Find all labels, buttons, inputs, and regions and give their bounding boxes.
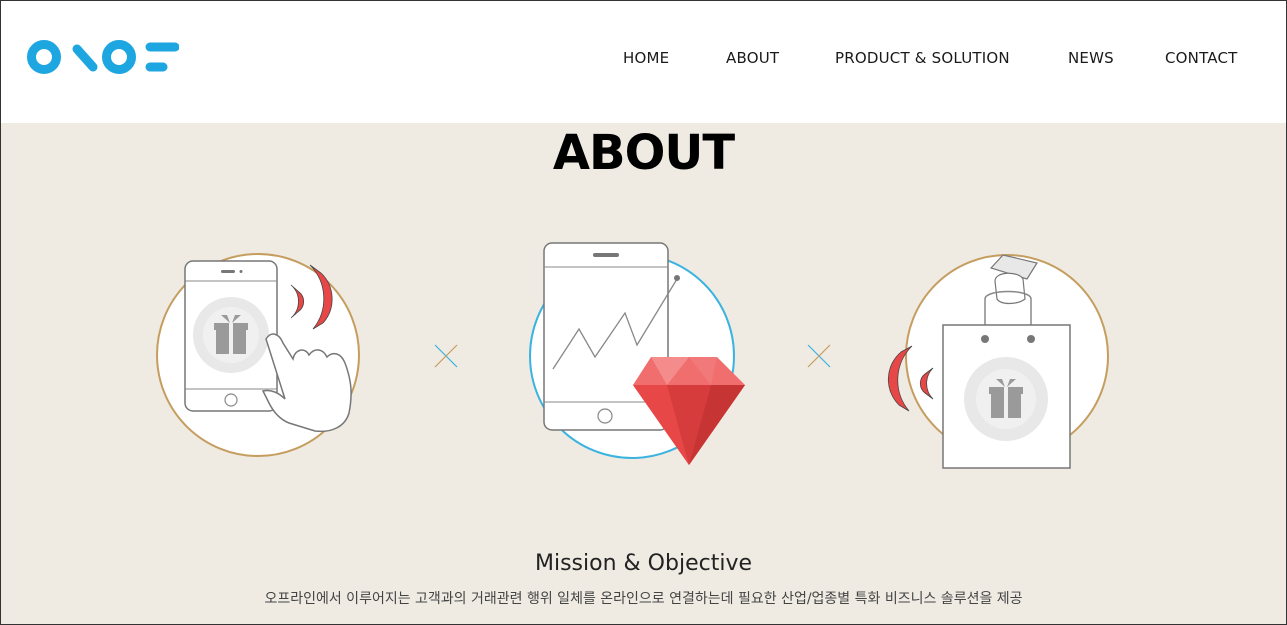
shopping-bag-icon [887, 254, 1109, 469]
mission-description: 오프라인에서 이루어지는 고객과의 거래관련 행위 일체를 온라인으로 연결하는… [264, 591, 1023, 607]
nav-about[interactable]: ABOUT [726, 49, 779, 67]
cross-icon [434, 344, 458, 368]
nav-product-solution[interactable]: PRODUCT & SOLUTION [835, 49, 1010, 67]
site-header: HOME ABOUT PRODUCT & SOLUTION NEWS CONTA… [1, 1, 1286, 123]
nav-news[interactable]: NEWS [1068, 49, 1114, 67]
main-nav: HOME ABOUT PRODUCT & SOLUTION NEWS CONTA… [1, 49, 1286, 69]
nav-contact[interactable]: CONTACT [1165, 49, 1238, 67]
cross-icon [807, 344, 831, 368]
page-frame: HOME ABOUT PRODUCT & SOLUTION NEWS CONTA… [0, 0, 1287, 625]
about-section: ABOUT Mission & Objective 오프라인에서 이루어지는 고… [1, 123, 1286, 624]
phone-gift-icon [156, 253, 360, 457]
mission-title: Mission & Objective [535, 551, 752, 576]
about-illustrations [156, 242, 1109, 469]
nav-home[interactable]: HOME [623, 49, 669, 67]
tablet-chart-diamond-icon [529, 242, 745, 465]
